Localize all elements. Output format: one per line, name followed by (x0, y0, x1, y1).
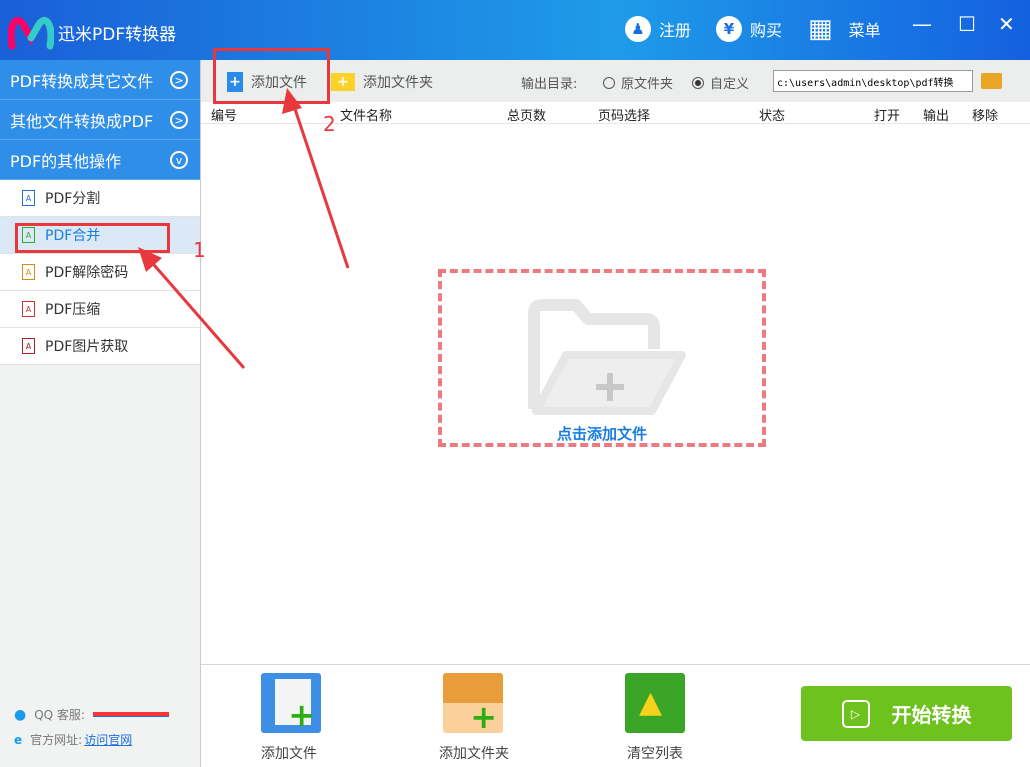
arrowhead-2 (282, 88, 302, 114)
annotation-arrows (138, 88, 350, 369)
arrow-2 (290, 99, 350, 269)
arrow-1 (146, 257, 246, 369)
